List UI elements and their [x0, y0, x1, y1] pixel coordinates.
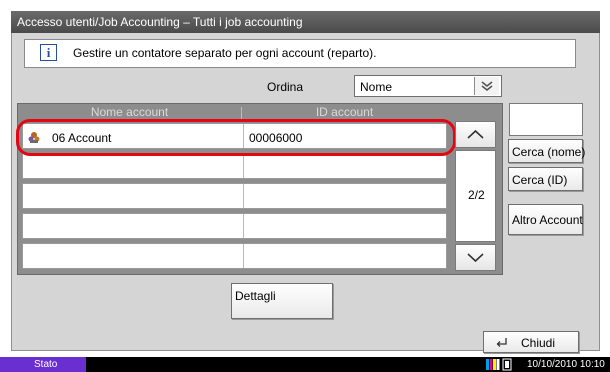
column-divider [243, 244, 244, 268]
toner-icon [486, 359, 500, 370]
window-title: Accesso utenti/Job Accounting – Tutti i … [11, 11, 600, 33]
return-icon [496, 338, 507, 347]
chevron-down-icon [467, 253, 484, 263]
selection-highlight [16, 119, 456, 156]
column-divider [243, 154, 244, 178]
header-divider [241, 107, 242, 119]
page-indicator: 2/2 [468, 188, 485, 202]
status-button[interactable]: Stato [0, 357, 86, 372]
close-label: Chiudi [521, 336, 556, 350]
date-time: 10/10/2010 10:10 [527, 359, 605, 370]
column-divider [243, 184, 244, 208]
status-bar [0, 357, 610, 372]
search-id-button[interactable]: Cerca (ID) [508, 167, 583, 191]
details-button[interactable]: Dettagli [231, 283, 333, 319]
table-row[interactable] [22, 153, 447, 179]
scroll-up-button[interactable] [455, 121, 496, 148]
info-message: Gestire un contatore separato per ogni a… [73, 46, 377, 60]
search-name-button[interactable]: Cerca (nome) [508, 139, 586, 163]
table-row[interactable] [22, 183, 447, 209]
sort-value[interactable]: Nome [360, 80, 392, 94]
search-name-label: Cerca (nome) [512, 145, 586, 159]
memory-icon [502, 358, 512, 371]
close-button[interactable]: Chiudi [483, 331, 579, 353]
column-divider [243, 214, 244, 238]
scroll-down-button[interactable] [455, 244, 496, 271]
table-row[interactable] [22, 213, 447, 239]
other-account-button[interactable]: Altro Account [508, 204, 583, 235]
search-input[interactable] [509, 103, 583, 136]
other-account-label: Altro Account [512, 213, 583, 227]
chevron-down-icon[interactable] [474, 77, 499, 95]
table-row[interactable] [22, 243, 447, 269]
sort-label: Ordina [267, 80, 304, 94]
search-id-label: Cerca (ID) [512, 173, 568, 187]
chevron-up-icon [467, 129, 484, 139]
info-icon: i [40, 44, 57, 61]
details-label: Dettagli [235, 289, 276, 303]
